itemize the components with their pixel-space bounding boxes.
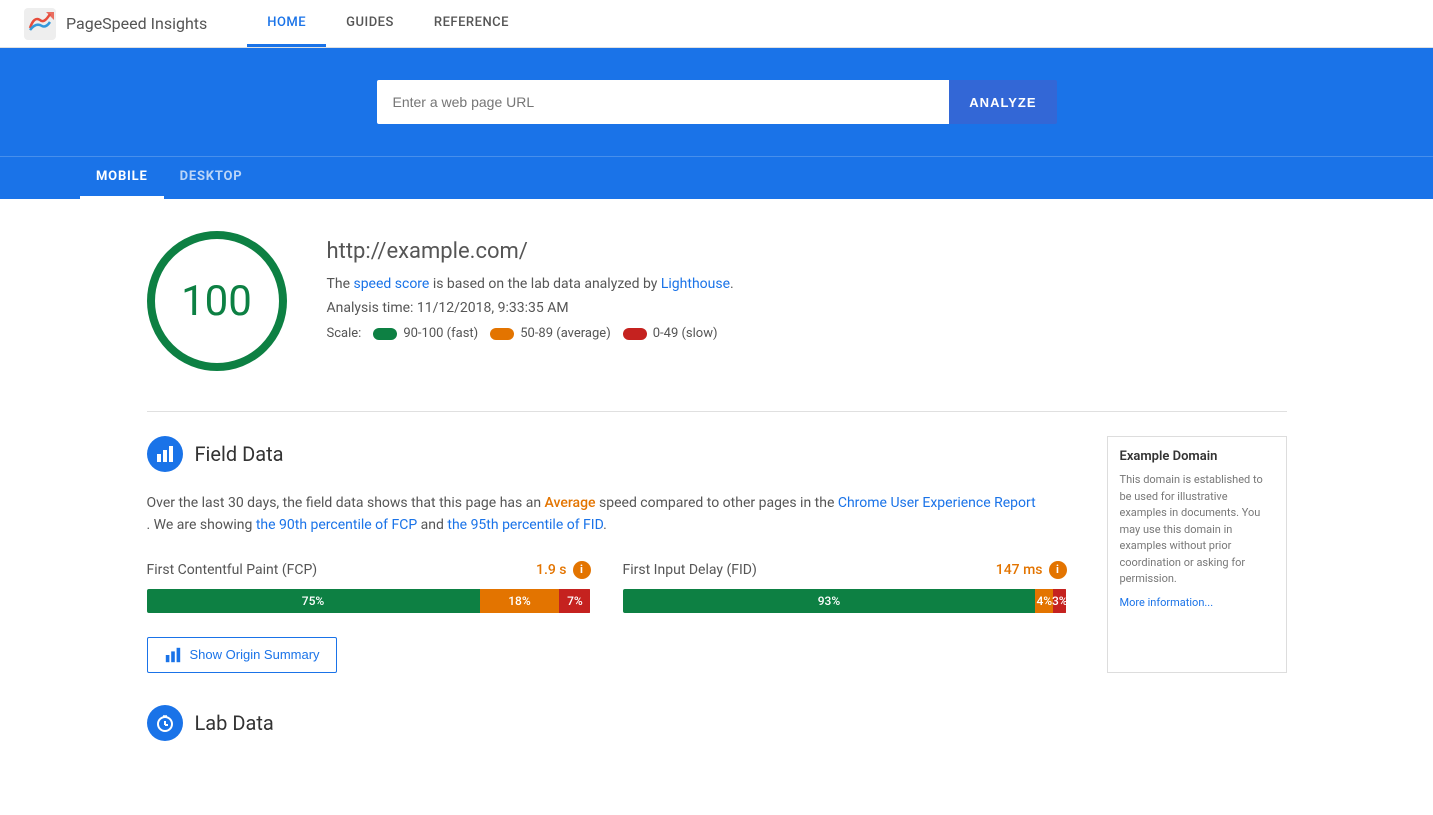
scale-row: Scale: 90-100 (fast) 50-89 (average) 0-4… <box>327 326 734 341</box>
nav-home[interactable]: HOME <box>247 0 326 47</box>
origin-btn-label: Show Origin Summary <box>190 647 320 662</box>
scale-fast-label: 90-100 (fast) <box>403 326 478 341</box>
search-form: http://example.com/ ANALYZE <box>377 80 1057 124</box>
period-text: . <box>603 517 607 533</box>
field-data-title: Field Data <box>195 442 284 466</box>
fid-header: First Input Delay (FID) 147 ms i <box>623 561 1067 579</box>
score-section: 100 http://example.com/ The speed score … <box>147 231 1287 371</box>
origin-chart-icon <box>164 646 182 664</box>
fid-metric: First Input Delay (FID) 147 ms i 93% 4% <box>623 561 1067 613</box>
metrics-grid: First Contentful Paint (FCP) 1.9 s i 75%… <box>147 561 1067 613</box>
device-tabs: MOBILE DESKTOP <box>0 156 1433 199</box>
fcp-metric: First Contentful Paint (FCP) 1.9 s i 75%… <box>147 561 591 613</box>
scale-average: 50-89 (average) <box>490 326 611 341</box>
desc-middle: is based on the lab data analyzed by <box>429 276 660 292</box>
desc-end: . We are showing <box>147 517 256 533</box>
desc-prefix: The <box>327 276 354 292</box>
fid-orange-label: 4% <box>1036 594 1052 608</box>
analysis-time-label: Analysis time: <box>327 300 414 316</box>
timer-icon <box>155 713 175 733</box>
preview-link[interactable]: More information... <box>1120 596 1214 609</box>
lab-data-header: Lab Data <box>147 705 1287 741</box>
fid-number: 147 ms <box>996 562 1043 578</box>
scale-fast: 90-100 (fast) <box>373 326 478 341</box>
avg-dot <box>490 328 514 340</box>
fid-red-label: 3% <box>1052 594 1067 608</box>
average-badge: Average <box>545 495 596 511</box>
fid-bar-orange: 4% <box>1035 589 1053 613</box>
fcp-info-icon[interactable]: i <box>573 561 591 579</box>
field-data-icon <box>147 436 183 472</box>
lab-data-title: Lab Data <box>195 711 274 735</box>
score-description: The speed score is based on the lab data… <box>327 276 734 292</box>
preview-title: Example Domain <box>1120 449 1274 464</box>
fid-green-label: 93% <box>818 594 840 608</box>
preview-text: This domain is established to be used fo… <box>1120 472 1274 588</box>
fcp-red-label: 7% <box>567 594 583 608</box>
header-nav: HOME GUIDES REFERENCE <box>247 0 529 47</box>
fcp-header: First Contentful Paint (FCP) 1.9 s i <box>147 561 591 579</box>
fcp-bar-red: 7% <box>559 589 590 613</box>
lab-data-section: Lab Data <box>147 705 1287 741</box>
fcp-orange-label: 18% <box>508 594 530 608</box>
logo-container: PageSpeed Insights <box>24 8 207 40</box>
analyze-button[interactable]: ANALYZE <box>949 80 1056 124</box>
analysis-time: Analysis time: 11/12/2018, 9:33:35 AM <box>327 300 734 316</box>
bar-chart-icon <box>155 444 175 464</box>
desc-suffix: . <box>730 276 734 292</box>
fcp-value: 1.9 s i <box>536 561 591 579</box>
fcp-bar-green: 75% <box>147 589 480 613</box>
analysis-time-value: 11/12/2018, 9:33:35 AM <box>417 300 569 316</box>
score-value: 100 <box>181 277 252 326</box>
tab-mobile[interactable]: MOBILE <box>80 157 164 199</box>
fid-bar-red: 3% <box>1053 589 1066 613</box>
fid-bar-green: 93% <box>623 589 1036 613</box>
chrome-ux-link[interactable]: Chrome User Experience Report <box>838 495 1036 511</box>
speed-score-link[interactable]: speed score <box>353 276 429 292</box>
fcp-bar: 75% 18% 7% <box>147 589 591 613</box>
fcp-label: First Contentful Paint (FCP) <box>147 562 318 578</box>
pagespeed-logo <box>24 8 56 40</box>
tab-desktop[interactable]: DESKTOP <box>164 157 259 199</box>
fid-value: 147 ms i <box>996 561 1067 579</box>
lab-data-icon <box>147 705 183 741</box>
fcp-number: 1.9 s <box>536 562 567 578</box>
fid-bar: 93% 4% 3% <box>623 589 1067 613</box>
slow-dot <box>623 328 647 340</box>
field-data-main: Field Data Over the last 30 days, the fi… <box>147 436 1067 673</box>
fid-label: First Input Delay (FID) <box>623 562 757 578</box>
fcp-bar-orange: 18% <box>480 589 560 613</box>
fcp-percentile-link[interactable]: the 90th percentile of FCP <box>256 517 417 533</box>
scale-label: Scale: <box>327 326 362 341</box>
fid-percentile-link[interactable]: the 95th percentile of FID <box>447 517 603 533</box>
search-banner: http://example.com/ ANALYZE <box>0 48 1433 156</box>
field-description: Over the last 30 days, the field data sh… <box>147 492 1067 537</box>
nav-reference[interactable]: REFERENCE <box>414 0 529 47</box>
scored-url: http://example.com/ <box>327 239 734 264</box>
nav-guides[interactable]: GUIDES <box>326 0 414 47</box>
preview-card: Example Domain This domain is establishe… <box>1107 436 1287 673</box>
fcp-green-label: 75% <box>302 594 324 608</box>
scale-slow: 0-49 (slow) <box>623 326 718 341</box>
score-info: http://example.com/ The speed score is b… <box>327 231 734 341</box>
desc-mid: speed compared to other pages in the <box>596 495 838 511</box>
lighthouse-link[interactable]: Lighthouse <box>661 276 730 292</box>
url-input[interactable]: http://example.com/ <box>377 80 950 124</box>
field-data-header: Field Data <box>147 436 1067 472</box>
scale-avg-label: 50-89 (average) <box>520 326 611 341</box>
origin-summary-button[interactable]: Show Origin Summary <box>147 637 337 673</box>
score-divider <box>147 411 1287 412</box>
score-circle: 100 <box>147 231 287 371</box>
header: PageSpeed Insights HOME GUIDES REFERENCE <box>0 0 1433 48</box>
field-data-section: Field Data Over the last 30 days, the fi… <box>147 436 1287 673</box>
app-title: PageSpeed Insights <box>66 14 207 33</box>
fast-dot <box>373 328 397 340</box>
main-content: 100 http://example.com/ The speed score … <box>67 199 1367 793</box>
and-text: and <box>417 517 447 533</box>
scale-slow-label: 0-49 (slow) <box>653 326 718 341</box>
desc-start: Over the last 30 days, the field data sh… <box>147 495 545 511</box>
fid-info-icon[interactable]: i <box>1049 561 1067 579</box>
